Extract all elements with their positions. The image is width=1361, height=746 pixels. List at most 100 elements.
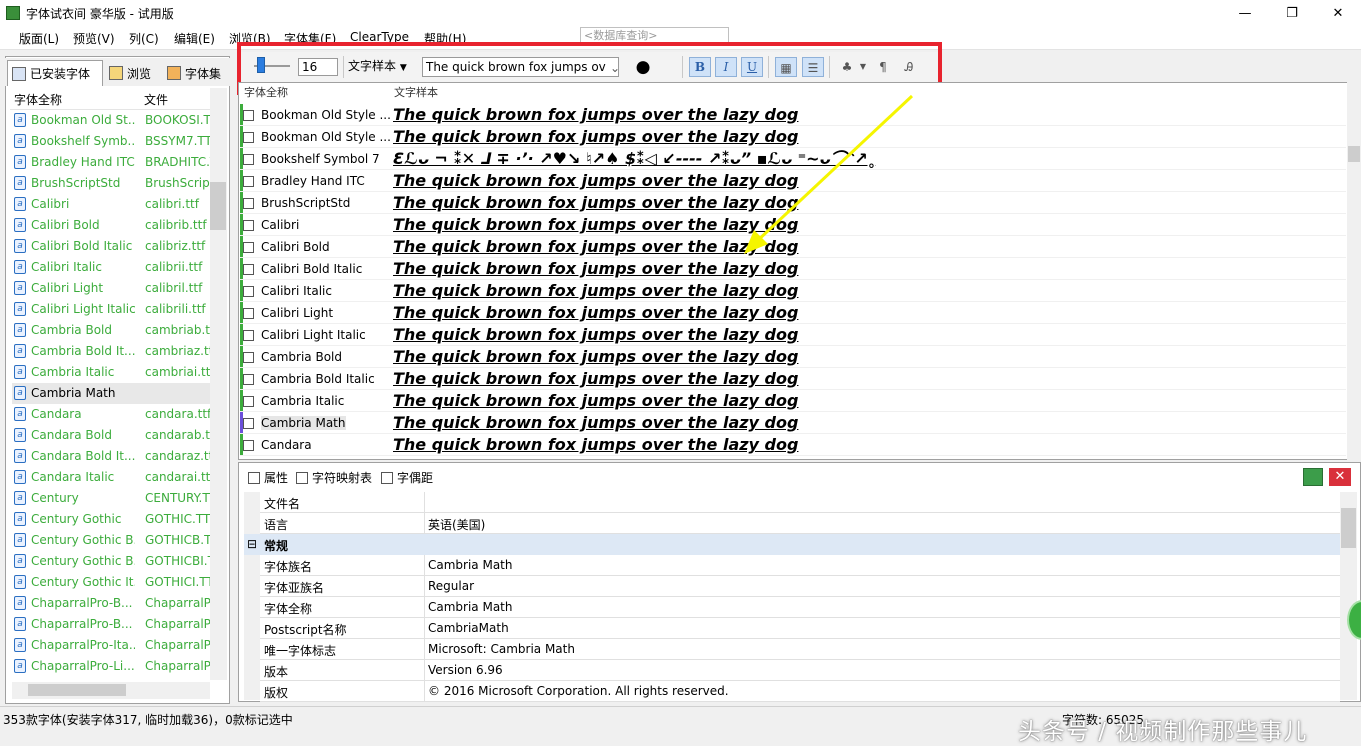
- panel-minimize-button[interactable]: [1303, 468, 1323, 486]
- property-value: Cambria Math: [428, 600, 513, 614]
- font-list-item[interactable]: a Calibri calibri.ttf: [12, 194, 210, 215]
- property-row[interactable]: 版本 Version 6.96: [260, 660, 1340, 681]
- font-list-item[interactable]: a Century Gothic B... GOTHICBI.TTF: [12, 551, 210, 572]
- tab-installed-fonts[interactable]: 已安装字体: [7, 60, 103, 86]
- menu-edit[interactable]: 编辑(E): [174, 30, 215, 47]
- mark-checkbox[interactable]: [243, 352, 254, 363]
- mark-checkbox[interactable]: [243, 110, 254, 121]
- preview-row[interactable]: Cambria Bold Italic The quick brown fox j…: [240, 368, 1346, 390]
- maximize-button[interactable]: ❐: [1269, 0, 1315, 26]
- mark-checkbox[interactable]: [243, 132, 254, 143]
- tab-font-sets[interactable]: 字体集: [163, 60, 229, 86]
- font-list-scrollbar[interactable]: [210, 88, 227, 680]
- tab-properties[interactable]: 属性: [248, 469, 288, 486]
- preview-row[interactable]: Calibri Light Italic The quick brown fox …: [240, 324, 1346, 346]
- preview-row[interactable]: Calibri Italic The quick brown fox jumps …: [240, 280, 1346, 302]
- preview-row[interactable]: Candara The quick brown fox jumps over th…: [240, 434, 1346, 456]
- property-row[interactable]: 字体全称 Cambria Math: [260, 597, 1340, 618]
- mark-checkbox[interactable]: [243, 396, 254, 407]
- menu-columns[interactable]: 列(C): [129, 30, 159, 47]
- property-row[interactable]: 语言 英语(美国): [260, 513, 1340, 534]
- column-divider: [424, 492, 425, 513]
- font-file: candarai.ttf: [145, 470, 210, 484]
- font-list-item[interactable]: a Calibri Bold calibrib.ttf: [12, 215, 210, 236]
- font-list-item[interactable]: a Cambria Italic cambriai.ttf: [12, 362, 210, 383]
- properties-section-header[interactable]: ⊟ 常规: [244, 534, 1340, 555]
- preview-font-name: Candara: [261, 438, 312, 452]
- tab-kerning[interactable]: 字偶距: [381, 469, 433, 486]
- preview-row[interactable]: Calibri Light The quick brown fox jumps o…: [240, 302, 1346, 324]
- font-list-item[interactable]: a Bradley Hand ITC BRADHITC.TTF: [12, 152, 210, 173]
- property-row[interactable]: Postscript名称 CambriaMath: [260, 618, 1340, 639]
- mark-checkbox[interactable]: [243, 198, 254, 209]
- collapse-icon[interactable]: ⊟: [247, 537, 257, 551]
- font-list-item[interactable]: a Candara Bold candarab.ttf: [12, 425, 210, 446]
- tab-browse[interactable]: 浏览: [105, 60, 161, 86]
- mark-checkbox[interactable]: [243, 374, 254, 385]
- font-name: Candara Bold: [31, 428, 112, 442]
- font-list-item[interactable]: a Cambria Bold It... cambriaz.ttf: [12, 341, 210, 362]
- font-file-icon: a: [14, 113, 26, 127]
- close-button[interactable]: ✕: [1315, 0, 1361, 26]
- font-file: BRADHITC.TTF: [145, 155, 210, 169]
- font-list-item[interactable]: a Century Gothic GOTHIC.TTF: [12, 509, 210, 530]
- preview-grid-scrollbar[interactable]: [1347, 82, 1361, 460]
- mark-checkbox[interactable]: [243, 242, 254, 253]
- tab-label: 已安装字体: [30, 67, 91, 81]
- column-header-fullname[interactable]: 字体全称: [244, 84, 288, 100]
- mark-checkbox[interactable]: [243, 176, 254, 187]
- mark-checkbox[interactable]: [243, 154, 254, 165]
- font-list-item[interactable]: a Cambria Math: [12, 383, 210, 404]
- preview-row[interactable]: Cambria Math The quick brown fox jumps ov…: [240, 412, 1346, 434]
- panel-close-button[interactable]: ✕: [1329, 468, 1351, 486]
- preview-grid-scroll-thumb[interactable]: [1348, 146, 1360, 162]
- preview-row[interactable]: Cambria Bold The quick brown fox jumps ov…: [240, 346, 1346, 368]
- column-header-sample[interactable]: 文字样本: [394, 84, 438, 100]
- font-file-icon: a: [14, 260, 26, 274]
- minimize-button[interactable]: —: [1222, 0, 1268, 26]
- properties-scroll-thumb[interactable]: [1341, 508, 1356, 548]
- menu-layout[interactable]: 版面(L): [19, 30, 59, 47]
- property-row[interactable]: 文件名: [260, 492, 1340, 513]
- font-list-item[interactable]: a Calibri Bold Italic calibriz.ttf: [12, 236, 210, 257]
- font-list-item[interactable]: a ChaparralPro-B... ChaparralPro: [12, 593, 210, 614]
- font-list-item[interactable]: a ChaparralPro-Ita... ChaparralPro: [12, 635, 210, 656]
- font-list-item[interactable]: a Cambria Bold cambriab.ttf: [12, 320, 210, 341]
- property-row[interactable]: 唯一字体标志 Microsoft: Cambria Math: [260, 639, 1340, 660]
- menu-preview[interactable]: 预览(V): [73, 30, 115, 47]
- property-row[interactable]: 字体亚族名 Regular: [260, 576, 1340, 597]
- property-row[interactable]: 版权 © 2016 Microsoft Corporation. All righ…: [260, 681, 1340, 702]
- font-file: calibril.ttf: [145, 281, 203, 295]
- font-list-item[interactable]: a Calibri Italic calibrii.ttf: [12, 257, 210, 278]
- font-list-item[interactable]: a BrushScriptStd BrushScriptStd: [12, 173, 210, 194]
- font-list-item[interactable]: a Bookshelf Symb... BSSYM7.TTF: [12, 131, 210, 152]
- property-row[interactable]: 字体族名 Cambria Math: [260, 555, 1340, 576]
- tab-charmap[interactable]: 字符映射表: [296, 469, 372, 486]
- mark-checkbox[interactable]: [243, 264, 254, 275]
- font-list-item[interactable]: a Bookman Old St... BOOKOSI.TTF: [12, 110, 210, 131]
- font-list-item[interactable]: a Candara Italic candarai.ttf: [12, 467, 210, 488]
- font-list-item[interactable]: a Century Gothic It... GOTHICI.TTF: [12, 572, 210, 593]
- mark-checkbox[interactable]: [243, 330, 254, 341]
- section-title: 常规: [264, 539, 289, 553]
- font-list-item[interactable]: a ChaparralPro-Li... ChaparralPro: [12, 656, 210, 677]
- font-list-item[interactable]: a Candara candara.ttf: [12, 404, 210, 425]
- font-list-item[interactable]: a Calibri Light calibril.ttf: [12, 278, 210, 299]
- mark-checkbox[interactable]: [243, 308, 254, 319]
- font-list-item[interactable]: a Calibri Light Italic calibrili.ttf: [12, 299, 210, 320]
- font-name: Century Gothic It...: [31, 575, 135, 589]
- mark-checkbox[interactable]: [243, 418, 254, 429]
- font-list-item[interactable]: a Century Gothic B... GOTHICB.TTF: [12, 530, 210, 551]
- column-header-file[interactable]: 文件: [144, 91, 168, 108]
- font-file-icon: a: [14, 638, 26, 652]
- mark-checkbox[interactable]: [243, 286, 254, 297]
- mark-checkbox[interactable]: [243, 220, 254, 231]
- font-list-item[interactable]: a Century CENTURY.TTF: [12, 488, 210, 509]
- font-list-item[interactable]: a Candara Bold It... candaraz.ttf: [12, 446, 210, 467]
- font-list-hscroll-thumb[interactable]: [28, 684, 126, 696]
- font-list-scroll-thumb[interactable]: [210, 182, 226, 230]
- mark-checkbox[interactable]: [243, 440, 254, 451]
- preview-row[interactable]: Cambria Italic The quick brown fox jumps …: [240, 390, 1346, 412]
- column-header-fullname[interactable]: 字体全称: [14, 91, 62, 108]
- font-list-item[interactable]: a ChaparralPro-B... ChaparralPro: [12, 614, 210, 635]
